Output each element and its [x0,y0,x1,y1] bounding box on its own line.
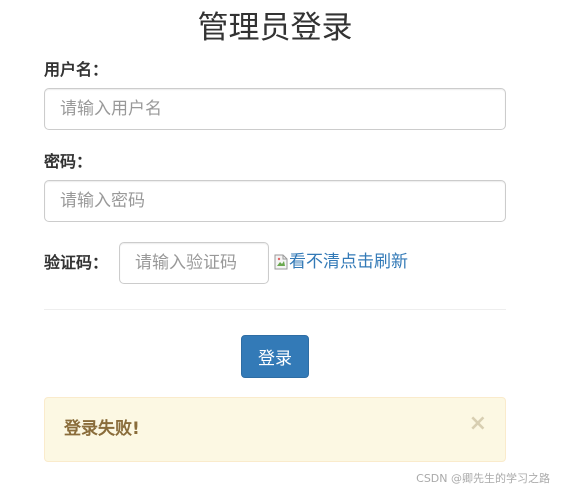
captcha-label: 验证码： [44,253,109,272]
alert-message: 登录失败! [64,419,140,439]
login-button[interactable]: 登录 [241,335,309,378]
password-input[interactable] [44,180,506,222]
broken-image-icon [274,254,288,270]
password-label: 密码： [44,152,93,171]
login-page: 管理员登录 用户名： 密码： 验证码： 看不清点击刷新 登录 登录失败! × C… [0,0,564,494]
username-label: 用户名： [44,60,109,79]
captcha-refresh-text: 看不清点击刷新 [289,252,408,272]
watermark: CSDN @卿先生的学习之路 [416,472,550,485]
captcha-input[interactable] [119,242,269,284]
form-divider [44,309,506,310]
page-title: 管理员登录 [197,10,353,46]
username-input[interactable] [44,88,506,130]
login-failed-alert: 登录失败! × [44,397,506,462]
close-icon[interactable]: × [469,413,487,435]
captcha-refresh-link[interactable]: 看不清点击刷新 [274,251,408,273]
